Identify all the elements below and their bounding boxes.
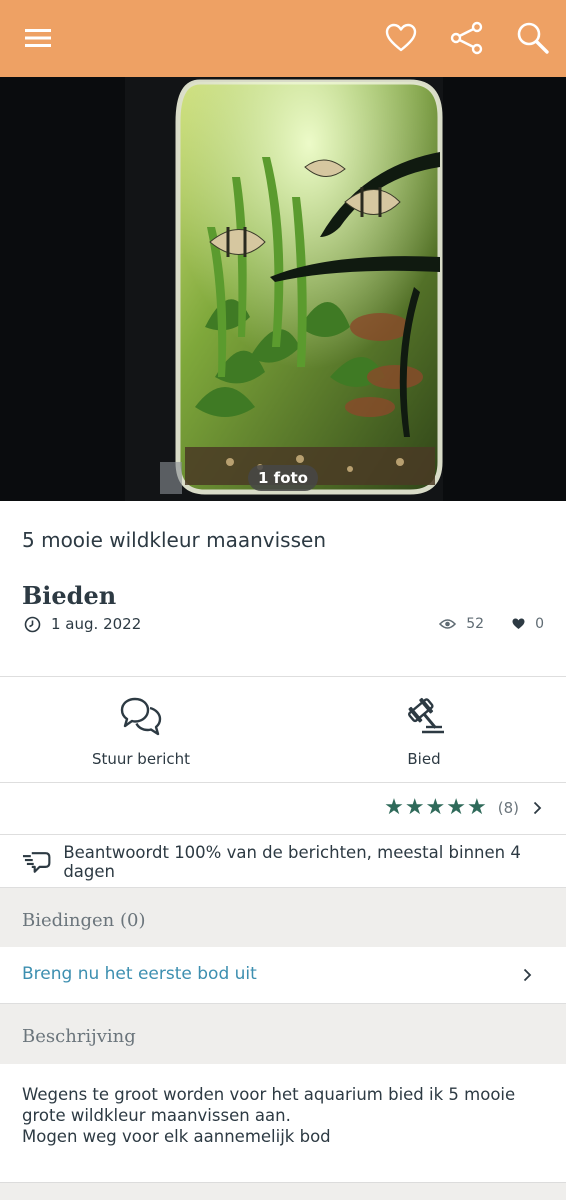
description-line: Wegens te groot worden voor het aquarium… [22,1085,516,1104]
chat-bubbles-icon [120,697,162,736]
description-header-text: Beschrijving [22,1026,136,1047]
aquarium-photo [0,77,566,501]
description-line: grote wildkleur maanvissen aan. [22,1106,291,1125]
views-stat: 52 [439,616,484,632]
star-icon: ★ [384,795,404,820]
divider [0,676,566,677]
bids-header-text: Biedingen (0) [22,910,146,931]
listing-photo[interactable] [0,77,566,501]
date-text: 1 aug. 2022 [51,615,142,633]
heart-outline-icon[interactable] [381,18,421,58]
chevron-right-icon [533,801,542,815]
top-toolbar [0,0,566,77]
description-line: Mogen weg voor elk aannemelijk bod [22,1127,331,1146]
divider [0,782,566,783]
description-section-header: Beschrijving [0,1004,566,1064]
bids-section-header: Biedingen (0) [0,888,566,947]
chevron-right-icon [523,968,532,982]
star-icon: ★ [467,795,487,820]
clock-icon [24,616,41,632]
search-icon[interactable] [513,18,553,58]
send-message-button[interactable]: Stuur bericht [41,690,241,770]
description-text: Wegens te groot worden voor het aquarium… [22,1084,542,1147]
listing-stats: 52 0 [439,614,544,634]
rating-count: (8) [497,799,519,817]
response-text: Beantwoordt 100% van de berichten, meest… [63,843,521,881]
bid-label: Bied [407,750,441,768]
fast-reply-icon [22,852,51,873]
favorites-count: 0 [535,616,544,632]
favorites-stat: 0 [512,616,544,632]
bottom-section-divider [0,1182,566,1200]
share-icon[interactable] [447,18,487,58]
star-icon: ★ [425,795,446,820]
hamburger-menu-icon[interactable] [18,18,58,58]
photo-count-badge[interactable]: 1 foto [248,465,318,491]
send-message-label: Stuur bericht [91,750,191,768]
views-count: 52 [466,616,485,632]
eye-icon [439,619,457,629]
listing-title: 5 mooie wildkleur maanvissen [22,528,327,552]
first-bid-text: Breng nu het eerste bod uit [22,964,257,984]
heart-icon [512,618,525,629]
response-rate: Beantwoordt 100% van de berichten, meest… [22,843,566,881]
star-icon: ★ [404,795,425,820]
seller-rating[interactable]: ★ ★ ★ ★ ★ (8) [384,797,542,819]
star-icon: ★ [446,795,467,820]
divider [0,834,566,835]
first-bid-link[interactable]: Breng nu het eerste bod uit [0,947,566,1003]
bid-button[interactable]: Bied [324,690,524,770]
listing-price: Bieden [22,581,117,610]
gavel-icon [407,697,444,734]
listing-date: 1 aug. 2022 [24,614,141,634]
